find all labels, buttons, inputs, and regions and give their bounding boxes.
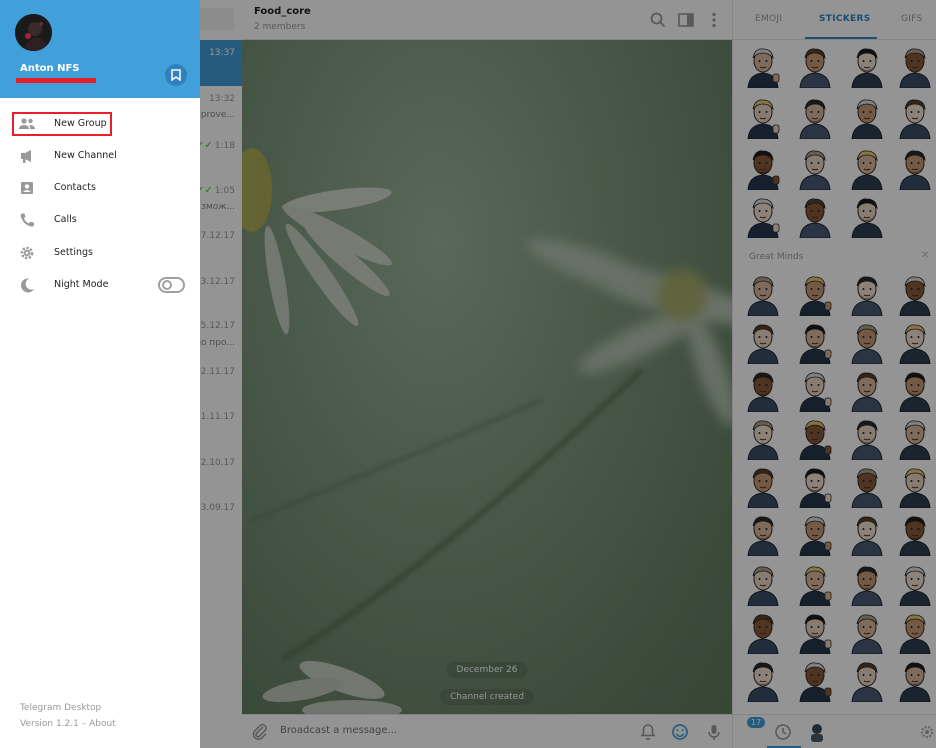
- annotation-underline: [16, 78, 96, 83]
- annotation-highlight-box: [12, 112, 112, 136]
- menu-item-settings[interactable]: Settings: [0, 238, 200, 268]
- night-mode-toggle[interactable]: [158, 277, 185, 293]
- moon-icon: [20, 278, 34, 293]
- menu-item-new-channel[interactable]: New Channel: [0, 141, 200, 171]
- telegram-app: 13:37 13:32 prove... ✓✓ 1:18 ✓✓ 1:05 змож.…: [0, 0, 936, 748]
- menu-item-calls[interactable]: Calls: [0, 205, 200, 235]
- bookmark-icon: [171, 69, 181, 81]
- toggle-knob: [162, 280, 172, 290]
- menu-item-label: Calls: [54, 214, 77, 225]
- contact-card-icon: [21, 182, 33, 194]
- version-about-link[interactable]: Version 1.2.1 – About: [20, 719, 116, 729]
- drawer-header: Anton NFS: [0, 0, 200, 98]
- avatar-image: [15, 14, 52, 51]
- phone-icon: [20, 213, 34, 227]
- main-menu-drawer: Anton NFS New Group New Channel Contacts…: [0, 0, 200, 748]
- user-name: Anton NFS: [20, 63, 80, 74]
- menu-item-contacts[interactable]: Contacts: [0, 173, 200, 203]
- menu-item-label: Night Mode: [54, 279, 109, 290]
- menu-item-label: Contacts: [54, 182, 96, 193]
- megaphone-icon: [21, 150, 31, 163]
- avatar[interactable]: [15, 14, 52, 51]
- saved-messages-button[interactable]: [165, 64, 187, 86]
- gear-icon: [20, 246, 34, 260]
- menu-item-label: Settings: [54, 247, 93, 258]
- menu-item-label: New Channel: [54, 150, 117, 161]
- app-name: Telegram Desktop: [20, 703, 102, 713]
